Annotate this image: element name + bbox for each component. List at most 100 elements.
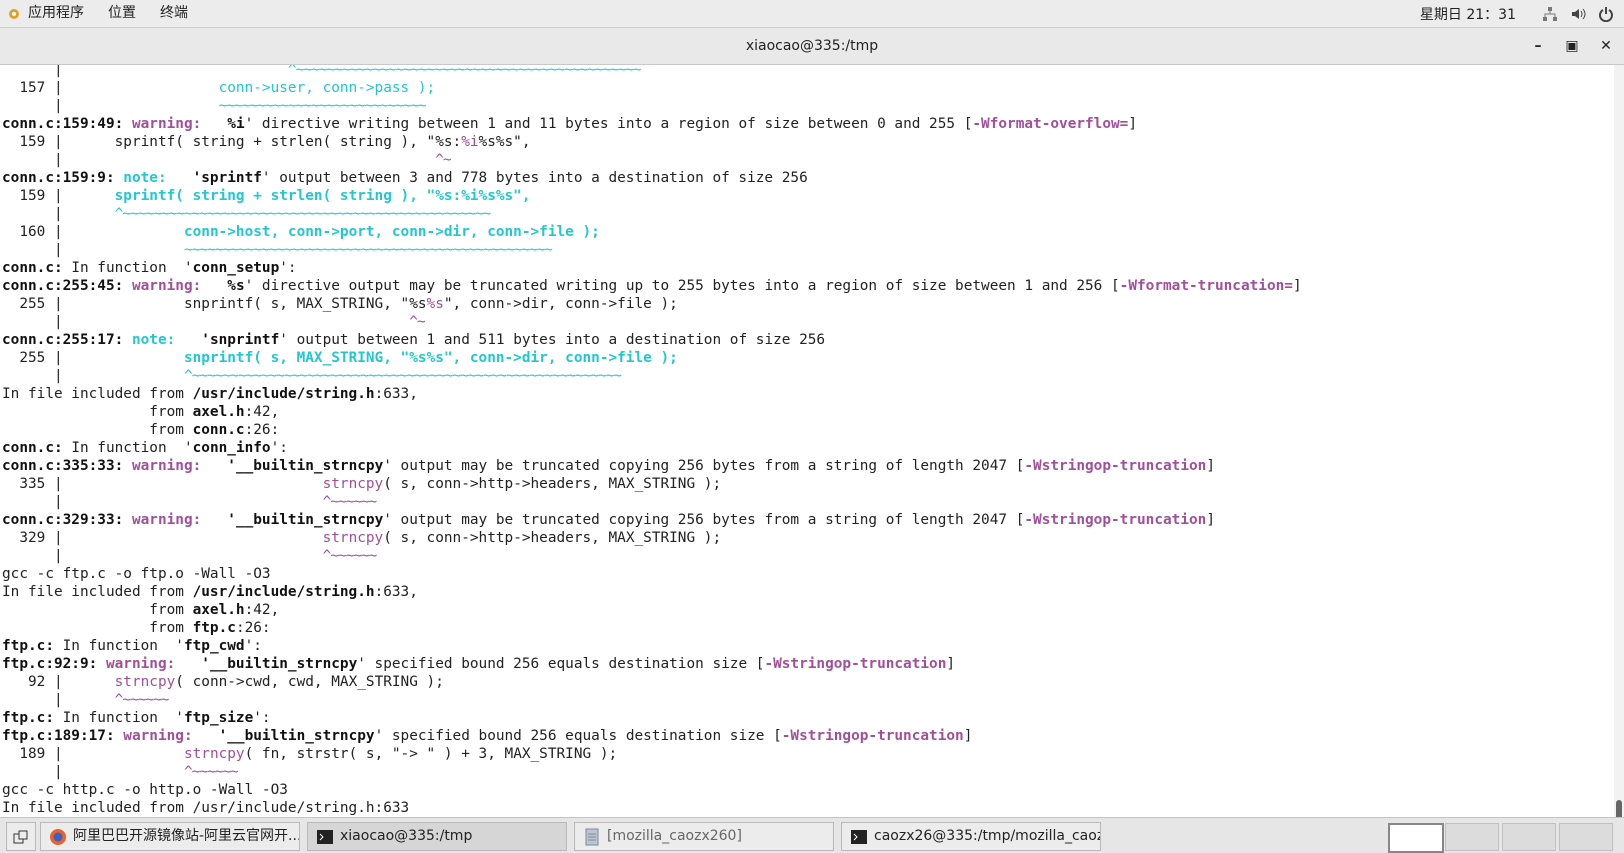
workspace-2[interactable] (1445, 823, 1499, 851)
terminal-line: 157 | conn->user, conn->pass ); (2, 79, 435, 97)
clock[interactable]: 星期日 21：31 (1420, 4, 1516, 24)
terminal-text: ~~~~~~~~~~~~~~~~~~~~~~~~~~~ (218, 98, 427, 114)
taskbar-item-label: xiaocao@335:/tmp (340, 828, 473, 844)
terminal-text: axel.h (192, 602, 245, 618)
menu-terminal[interactable]: 终端 (148, 0, 200, 27)
terminal-line: 159 | sprintf( string + strlen( string )… (2, 133, 530, 151)
terminal-text: -Wformat-truncation= (1119, 278, 1293, 294)
taskbar-item-file-manager[interactable]: [mozilla_caozx260] (574, 822, 834, 851)
power-icon[interactable] (1598, 6, 1614, 22)
terminal-text: ] (946, 656, 956, 672)
terminal-text: gcc -c ftp.c -o ftp.o -Wall -O3 (2, 566, 271, 582)
terminal-text: '__builtin_strncpy (183, 656, 358, 672)
terminal-text: warning: (131, 116, 210, 132)
terminal-line: | ^~~~~~~ (2, 493, 377, 511)
line-number-gutter: | (2, 548, 72, 564)
line-number-gutter: | (2, 494, 72, 510)
terminal-line: | ^~~~~~~~~~~~~~~~~~~~~~~~~~~~~~~~~~~~~~… (2, 367, 622, 385)
terminal-line: | ^~~~~~~ (2, 547, 377, 565)
show-desktop-button[interactable] (6, 822, 36, 851)
terminal-text: :26: (244, 422, 280, 438)
taskbar-item-terminal-2[interactable]: caozx26@335:/tmp/mozilla_caozx... (841, 822, 1101, 851)
workspace-4[interactable] (1559, 823, 1613, 851)
terminal-text: ^~~~~~~~~~~~~~~~~~~~~~~~~~~~~~~~~~~~~~~~… (287, 65, 642, 78)
menu-applications[interactable]: 应用程序 (24, 0, 96, 27)
terminal-line: | ^~ (2, 151, 452, 169)
terminal-line: 335 | strncpy( s, conn->http->headers, M… (2, 475, 721, 493)
terminal-text: ' directive writing between 1 and 11 byt… (244, 116, 973, 132)
terminal-text: conn->host, conn->port, conn->dir, conn-… (183, 224, 600, 240)
volume-icon[interactable] (1570, 6, 1586, 22)
terminal-line: In file included from /usr/include/strin… (2, 799, 409, 817)
terminal-text: ' output may be truncated copying 256 by… (383, 458, 1025, 474)
terminal-text: from (2, 602, 193, 618)
terminal-line: In file included from /usr/include/strin… (2, 583, 418, 601)
line-number-gutter: | (2, 314, 72, 330)
window-titlebar[interactable]: xiaocao@335:/tmp – ▣ ✕ (0, 28, 1624, 65)
taskbar-item-terminal-active[interactable]: xiaocao@335:/tmp (307, 822, 567, 851)
terminal-text: ] (963, 728, 973, 744)
terminal-output[interactable]: | ^~~~~~~~~~~~~~~~~~~~~~~~~~~~~~~~~~~~~~… (0, 65, 1614, 817)
top-panel: 应用程序 位置 终端 星期日 21：31 (0, 0, 1624, 28)
terminal-text: ': (253, 710, 271, 726)
terminal-text: ': (279, 260, 297, 276)
terminal-text: conn.c: (2, 260, 63, 276)
workspace-1[interactable] (1388, 823, 1444, 853)
applications-icon (9, 8, 19, 19)
terminal-line: | ^~~~~~~ (2, 763, 239, 781)
terminal-text: sprintf( string + strlen( string ), "%s: (71, 134, 462, 150)
terminal-text: ': (270, 440, 288, 456)
taskbar-item-label: caozx26@335:/tmp/mozilla_caozx... (874, 828, 1101, 844)
terminal-text: ] (1128, 116, 1138, 132)
line-number-gutter: 255 | (2, 296, 72, 312)
terminal-text: sprintf( string + strlen( string ), "%s:… (114, 188, 531, 204)
terminal-text: conn->user, conn->pass ); (218, 80, 436, 96)
terminal-line: from axel.h:42, (2, 601, 279, 619)
terminal-line: gcc -c ftp.c -o ftp.o -Wall -O3 (2, 565, 271, 583)
line-number-gutter: 335 | (2, 476, 72, 492)
taskbar-item-label: [mozilla_caozx260] (607, 828, 742, 844)
terminal-line: conn.c:159:49: warning: %i' directive wr… (2, 115, 1137, 133)
terminal-text: warning: (123, 728, 202, 744)
terminal-line: | ^~~~~~~~~~~~~~~~~~~~~~~~~~~~~~~~~~~~~~… (2, 205, 491, 223)
close-button[interactable]: ✕ (1594, 34, 1618, 58)
terminal-text: In function ' (62, 260, 193, 276)
terminal-text: ( s, conn->http->headers, MAX_STRING ); (383, 530, 722, 546)
line-number-gutter: 159 | (2, 188, 72, 204)
network-icon[interactable] (1542, 6, 1558, 22)
terminal-text: %i (461, 134, 479, 150)
terminal-text: snprintf( s, MAX_STRING, "%s (71, 296, 427, 312)
workspace-3[interactable] (1502, 823, 1556, 851)
terminal-text: conn.c:329:33: (2, 512, 132, 528)
line-number-gutter: | (2, 98, 72, 114)
taskbar-item-firefox[interactable]: 阿里巴巴开源镜像站-阿里云官网开... (40, 822, 300, 851)
terminal-text: warning: (105, 656, 184, 672)
terminal-text: -Wstringop-truncation (1024, 512, 1207, 528)
terminal-text: gcc -c http.c -o http.o -Wall -O3 (2, 782, 288, 798)
terminal-text: note: (131, 332, 184, 348)
terminal-text: 'sprintf (175, 170, 262, 186)
line-number-gutter: | (2, 368, 72, 384)
terminal-text: ftp_size (183, 710, 254, 726)
terminal-text: axel.h (192, 404, 245, 420)
menu-places[interactable]: 位置 (96, 0, 148, 27)
terminal-text: In function ' (62, 440, 193, 456)
terminal-text: :42, (244, 602, 280, 618)
terminal-text: 'snprintf (183, 332, 280, 348)
terminal-line: conn.c:329:33: warning: '__builtin_strnc… (2, 511, 1215, 529)
minimize-button[interactable]: – (1526, 34, 1550, 58)
terminal-text: ] (1206, 512, 1215, 528)
line-number-gutter: | (2, 692, 72, 708)
terminal-scrollbar[interactable] (1614, 65, 1624, 840)
maximize-button[interactable]: ▣ (1560, 34, 1584, 58)
line-number-gutter: 157 | (2, 80, 72, 96)
